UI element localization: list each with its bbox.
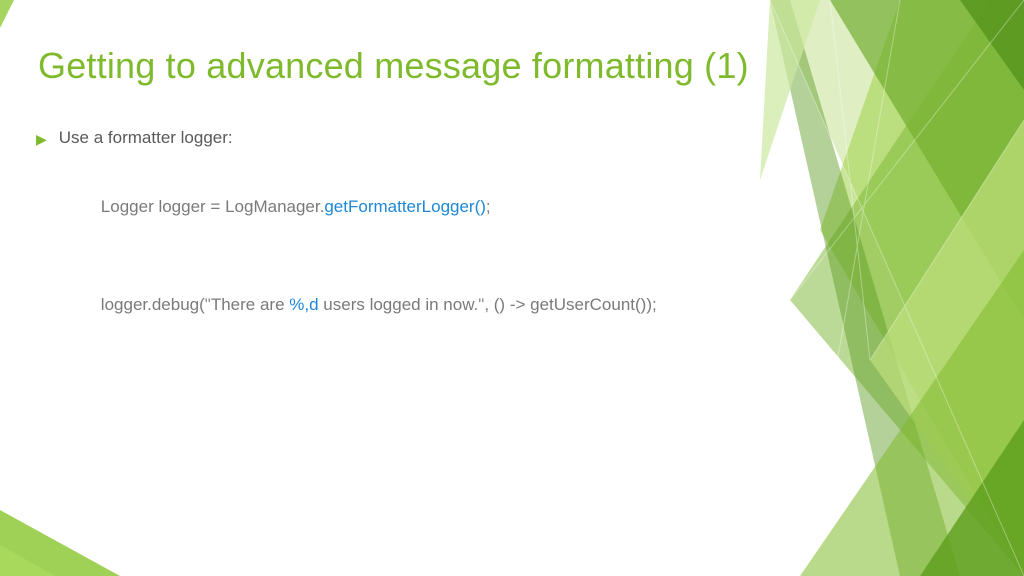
bullet-marker-icon: ▶	[36, 128, 47, 150]
code-text: , () -> getUserCount());	[484, 295, 656, 314]
code-text: logger.debug(	[101, 295, 205, 314]
code-block: Logger logger = LogManager.getFormatterL…	[63, 168, 764, 343]
code-text: Logger logger = LogManager.	[101, 197, 325, 216]
code-text: ;	[486, 197, 491, 216]
bullet-text: Use a formatter logger:	[59, 128, 233, 148]
code-text: users logged in now.	[319, 295, 479, 314]
slide: Getting to advanced message formatting (…	[0, 0, 1024, 576]
code-line-1: Logger logger = LogManager.getFormatterL…	[63, 168, 764, 245]
slide-title: Getting to advanced message formatting (…	[38, 45, 764, 86]
slide-content: Getting to advanced message formatting (…	[38, 45, 764, 365]
code-highlight: %,d	[289, 295, 318, 314]
code-text: There are	[211, 295, 289, 314]
code-line-2: logger.debug("There are %,d users logged…	[63, 267, 764, 344]
bullet-item: ▶ Use a formatter logger:	[38, 128, 764, 150]
code-highlight: getFormatterLogger()	[324, 197, 486, 216]
